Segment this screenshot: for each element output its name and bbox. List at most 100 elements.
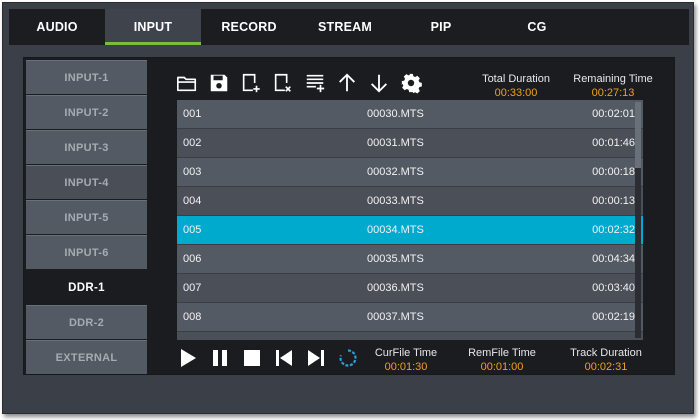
sidebar-item-label: INPUT-5 — [64, 211, 109, 224]
tab-label: INPUT — [133, 20, 173, 34]
tab-label: AUDIO — [36, 20, 78, 34]
row-duration: 00:02:19 — [592, 311, 635, 323]
tab-record[interactable]: RECORD — [201, 9, 297, 45]
table-row[interactable]: 006 00035.MTS 00:04:34 — [177, 245, 643, 274]
sidebar-item-input-5[interactable]: INPUT-5 — [26, 200, 147, 234]
next-icon — [308, 350, 324, 366]
curfile-time-label: CurFile Time — [374, 347, 438, 359]
row-filename: 00036.MTS — [367, 282, 424, 294]
playlist-table: 001 00030.MTS 00:02:01 002 00031.MTS 00:… — [177, 100, 643, 340]
previous-button[interactable] — [272, 346, 296, 370]
scrollbar-thumb[interactable] — [635, 102, 641, 168]
curfile-time: CurFile Time 00:01:30 — [364, 347, 448, 373]
remaining-time: Remaining Time 00:27:13 — [558, 73, 668, 99]
add-list-button[interactable] — [302, 70, 328, 96]
row-filename: 00030.MTS — [367, 108, 424, 120]
total-duration-label: Total Duration — [482, 73, 550, 85]
table-row[interactable]: 003 00032.MTS 00:00:18 — [177, 158, 643, 187]
sidebar-item-external[interactable]: EXTERNAL — [26, 340, 147, 374]
row-filename: 00033.MTS — [367, 195, 424, 207]
tab-pip[interactable]: PIP — [393, 9, 489, 45]
tab-input[interactable]: INPUT — [105, 9, 201, 45]
transport-controls — [176, 346, 360, 370]
track-duration-value: 00:02:31 — [584, 361, 628, 373]
sidebar-item-label: INPUT-4 — [64, 176, 109, 189]
sidebar-item-ddr-2[interactable]: DDR-2 — [26, 305, 147, 339]
main-tab-bar: AUDIO INPUT RECORD STREAM PIP CG — [9, 9, 689, 45]
row-duration: 00:03:40 — [592, 282, 635, 294]
sidebar-item-input-4[interactable]: INPUT-4 — [26, 165, 147, 199]
tab-stream[interactable]: STREAM — [297, 9, 393, 45]
settings-button[interactable] — [398, 70, 424, 96]
sidebar-item-label: DDR-1 — [68, 281, 105, 294]
sidebar-item-label: INPUT-1 — [64, 71, 109, 84]
table-row-partial[interactable] — [177, 332, 643, 340]
next-button[interactable] — [304, 346, 328, 370]
input-panel: INPUT-1 INPUT-2 INPUT-3 INPUT-4 INPUT-5 … — [23, 57, 675, 375]
sidebar-item-input-1[interactable]: INPUT-1 — [26, 60, 147, 94]
row-filename: 00035.MTS — [367, 253, 424, 265]
table-row[interactable]: 008 00037.MTS 00:02:19 — [177, 303, 643, 332]
arrow-down-icon — [371, 74, 387, 93]
curfile-time-value: 00:01:30 — [384, 361, 428, 373]
sidebar-item-label: INPUT-2 — [64, 106, 109, 119]
sidebar-item-input-3[interactable]: INPUT-3 — [26, 130, 147, 164]
app-window: AUDIO INPUT RECORD STREAM PIP CG INPUT-1… — [2, 2, 694, 414]
save-button[interactable] — [206, 70, 232, 96]
remaining-time-label: Remaining Time — [573, 73, 653, 85]
sidebar-item-input-6[interactable]: INPUT-6 — [26, 235, 147, 269]
row-number: 005 — [183, 224, 202, 236]
row-duration: 00:01:46 — [592, 137, 635, 149]
pause-button[interactable] — [208, 346, 232, 370]
move-up-button[interactable] — [334, 70, 360, 96]
track-duration: Track Duration 00:02:31 — [556, 347, 656, 373]
row-duration: 00:02:01 — [592, 108, 635, 120]
sidebar-item-label: INPUT-6 — [64, 246, 109, 259]
add-file-button[interactable] — [238, 70, 264, 96]
row-duration: 00:00:18 — [592, 166, 635, 178]
row-filename: 00031.MTS — [367, 137, 424, 149]
tab-cg[interactable]: CG — [489, 9, 585, 45]
remove-file-icon — [274, 73, 291, 92]
table-row[interactable]: 007 00036.MTS 00:03:40 — [177, 274, 643, 303]
total-duration: Total Duration 00:33:00 — [466, 73, 566, 99]
save-icon — [210, 74, 228, 92]
sidebar-item-ddr-1[interactable]: DDR-1 — [26, 270, 147, 304]
row-number: 008 — [183, 311, 202, 323]
row-duration: 00:04:34 — [592, 253, 635, 265]
arrow-up-icon — [339, 73, 355, 92]
remove-file-button[interactable] — [270, 70, 296, 96]
open-folder-button[interactable] — [174, 70, 200, 96]
tab-audio[interactable]: AUDIO — [9, 9, 105, 45]
track-duration-label: Track Duration — [570, 347, 642, 359]
row-filename: 00034.MTS — [367, 224, 424, 236]
tab-label: STREAM — [318, 20, 372, 34]
sidebar-item-label: INPUT-3 — [64, 141, 109, 154]
sidebar-item-label: DDR-2 — [68, 316, 105, 329]
row-filename: 00032.MTS — [367, 166, 424, 178]
stop-button[interactable] — [240, 346, 264, 370]
stop-icon — [244, 350, 260, 366]
folder-open-icon — [177, 76, 197, 92]
gear-icon — [401, 73, 422, 94]
row-number: 001 — [183, 108, 202, 120]
move-down-button[interactable] — [366, 70, 392, 96]
row-number: 006 — [183, 253, 202, 265]
playlist-scrollbar[interactable] — [635, 102, 641, 338]
sidebar-item-input-2[interactable]: INPUT-2 — [26, 95, 147, 129]
tab-label: RECORD — [221, 20, 277, 34]
add-list-icon — [306, 74, 325, 93]
loop-button[interactable] — [336, 346, 360, 370]
remfile-time-value: 00:01:00 — [480, 361, 524, 373]
row-duration: 00:00:13 — [592, 195, 635, 207]
table-row[interactable]: 004 00033.MTS 00:00:13 — [177, 187, 643, 216]
remaining-time-value: 00:27:13 — [591, 87, 635, 99]
previous-icon — [276, 350, 292, 366]
table-row[interactable]: 002 00031.MTS 00:01:46 — [177, 129, 643, 158]
table-row[interactable]: 001 00030.MTS 00:02:01 — [177, 100, 643, 129]
loop-icon — [339, 349, 357, 367]
table-row-selected[interactable]: 005 00034.MTS 00:02:32 — [177, 216, 643, 245]
total-duration-value: 00:33:00 — [494, 87, 538, 99]
pause-icon — [213, 350, 227, 366]
play-button[interactable] — [176, 346, 200, 370]
